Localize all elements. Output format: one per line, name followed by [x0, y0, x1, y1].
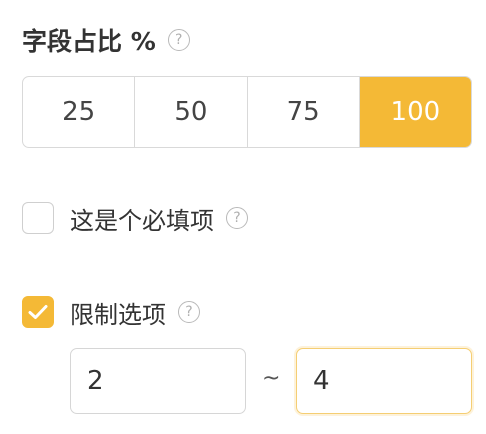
- field-ratio-header: 字段占比 % ?: [22, 20, 190, 60]
- ratio-option-75[interactable]: 75: [248, 77, 360, 147]
- question-circle-icon[interactable]: ?: [178, 301, 200, 323]
- range-separator: ~: [262, 366, 281, 391]
- limit-options-label[interactable]: 限制选项: [70, 295, 166, 330]
- required-checkbox[interactable]: [22, 202, 54, 234]
- ratio-option-50[interactable]: 50: [135, 77, 248, 147]
- ratio-option-100[interactable]: 100: [359, 77, 471, 147]
- field-ratio-title: 字段占比 %: [22, 27, 156, 56]
- max-options-input[interactable]: 4: [296, 348, 472, 414]
- min-options-input[interactable]: 2: [70, 348, 246, 414]
- ratio-option-25[interactable]: 25: [23, 77, 136, 147]
- limit-options-row: 限制选项 ?: [22, 294, 200, 330]
- question-circle-icon[interactable]: ?: [167, 29, 190, 51]
- question-circle-icon[interactable]: ?: [226, 207, 248, 229]
- required-row: 这是个必填项 ?: [22, 200, 248, 236]
- checkmark-icon: [28, 305, 48, 319]
- field-ratio-segmented-control: 25 50 75 100: [22, 76, 472, 148]
- limit-options-checkbox[interactable]: [22, 296, 54, 328]
- required-label[interactable]: 这是个必填项: [70, 201, 214, 236]
